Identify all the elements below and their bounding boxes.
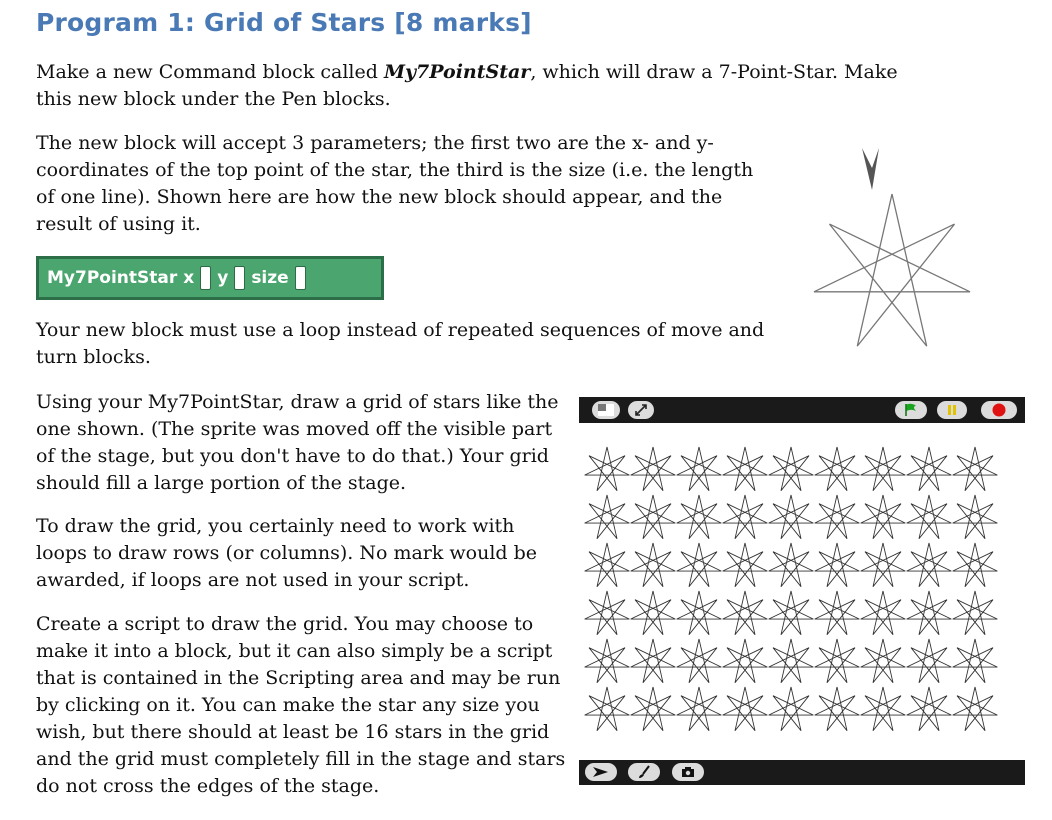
x-input-slot[interactable]: [200, 266, 212, 290]
fullscreen-icon[interactable]: [628, 401, 654, 419]
stage-top-bar: [579, 397, 1025, 423]
grid-star: [814, 494, 860, 539]
grid-star: [906, 542, 952, 587]
grid-star: [814, 686, 860, 731]
grid-star: [860, 446, 906, 491]
grid-star: [768, 590, 814, 635]
grid-star: [676, 638, 722, 683]
grid-star: [952, 590, 998, 635]
stage-size-icon[interactable]: [592, 401, 620, 419]
grid-star: [584, 590, 630, 635]
paragraph-script-instructions: Create a script to draw the grid. You ma…: [36, 613, 566, 797]
block-x-label: x: [183, 268, 195, 288]
grid-star: [676, 446, 722, 491]
green-flag-icon[interactable]: [895, 401, 927, 419]
grid-star: [768, 446, 814, 491]
grid-star: [906, 686, 952, 731]
page-heading: Program 1: Grid of Stars [8 marks]: [36, 8, 532, 37]
grid-star: [860, 494, 906, 539]
size-input-slot[interactable]: [294, 266, 306, 290]
star-example-image: [813, 148, 971, 347]
grid-star: [722, 686, 768, 731]
grid-star: [952, 686, 998, 731]
grid-star: [768, 542, 814, 587]
grid-star: [860, 542, 906, 587]
grid-star: [768, 638, 814, 683]
pause-icon[interactable]: [937, 401, 967, 419]
grid-star: [814, 446, 860, 491]
grid-star: [768, 686, 814, 731]
grid-star: [584, 638, 630, 683]
grid-star: [584, 686, 630, 731]
stage-panel: [579, 397, 1025, 785]
grid-star: [630, 686, 676, 731]
grid-star: [676, 494, 722, 539]
grid-star: [676, 590, 722, 635]
block-name-emphasis: My7PointStar: [383, 61, 531, 83]
block-name-label: My7PointStar: [47, 268, 178, 288]
my7pointstar-block[interactable]: My7PointStar x y size: [36, 256, 384, 300]
p1-text-start: Make a new Command block called: [36, 61, 384, 83]
grid-star: [814, 542, 860, 587]
grid-star: [814, 590, 860, 635]
grid-star: [722, 590, 768, 635]
grid-star: [630, 590, 676, 635]
star-grid: [584, 446, 998, 731]
grid-star: [952, 446, 998, 491]
grid-star: [630, 494, 676, 539]
grid-star: [860, 638, 906, 683]
grid-star: [722, 638, 768, 683]
grid-star: [952, 638, 998, 683]
grid-star: [676, 542, 722, 587]
paragraph-new-block: Make a new Command block called My7Point…: [36, 59, 916, 113]
paragraph-loops-marks: To draw the grid, you certainly need to …: [36, 515, 538, 591]
grid-star: [722, 446, 768, 491]
stage-bottom-bar: [579, 760, 1025, 785]
seven-point-star-shape: [813, 193, 971, 347]
grid-star: [722, 494, 768, 539]
grid-star: [860, 686, 906, 731]
grid-star: [676, 686, 722, 731]
paragraph-loop-requirement: Your new block must use a loop instead o…: [36, 319, 765, 368]
paragraph-parameters: The new block will accept 3 parameters; …: [36, 132, 754, 235]
grid-star: [906, 446, 952, 491]
grid-star: [860, 590, 906, 635]
block-size-label: size: [251, 268, 289, 288]
grid-star: [906, 590, 952, 635]
grid-star: [722, 542, 768, 587]
sprite-arrow-icon: [862, 148, 879, 190]
grid-star: [952, 542, 998, 587]
block-y-label: y: [217, 268, 229, 288]
grid-star: [952, 494, 998, 539]
stop-icon[interactable]: [981, 401, 1017, 419]
grid-star: [584, 542, 630, 587]
grid-star: [584, 446, 630, 491]
grid-star: [906, 494, 952, 539]
paragraph-grid-instructions: Using your My7PointStar, draw a grid of …: [36, 391, 559, 494]
grid-star: [630, 542, 676, 587]
arrow-tool-icon[interactable]: [585, 763, 617, 781]
grid-star: [906, 638, 952, 683]
grid-star: [584, 494, 630, 539]
grid-star: [814, 638, 860, 683]
grid-star: [768, 494, 814, 539]
grid-star: [630, 638, 676, 683]
y-input-slot[interactable]: [234, 266, 246, 290]
paint-brush-icon[interactable]: [628, 763, 660, 781]
grid-star: [630, 446, 676, 491]
camera-icon[interactable]: [672, 763, 704, 781]
stage-canvas[interactable]: [579, 423, 1025, 760]
